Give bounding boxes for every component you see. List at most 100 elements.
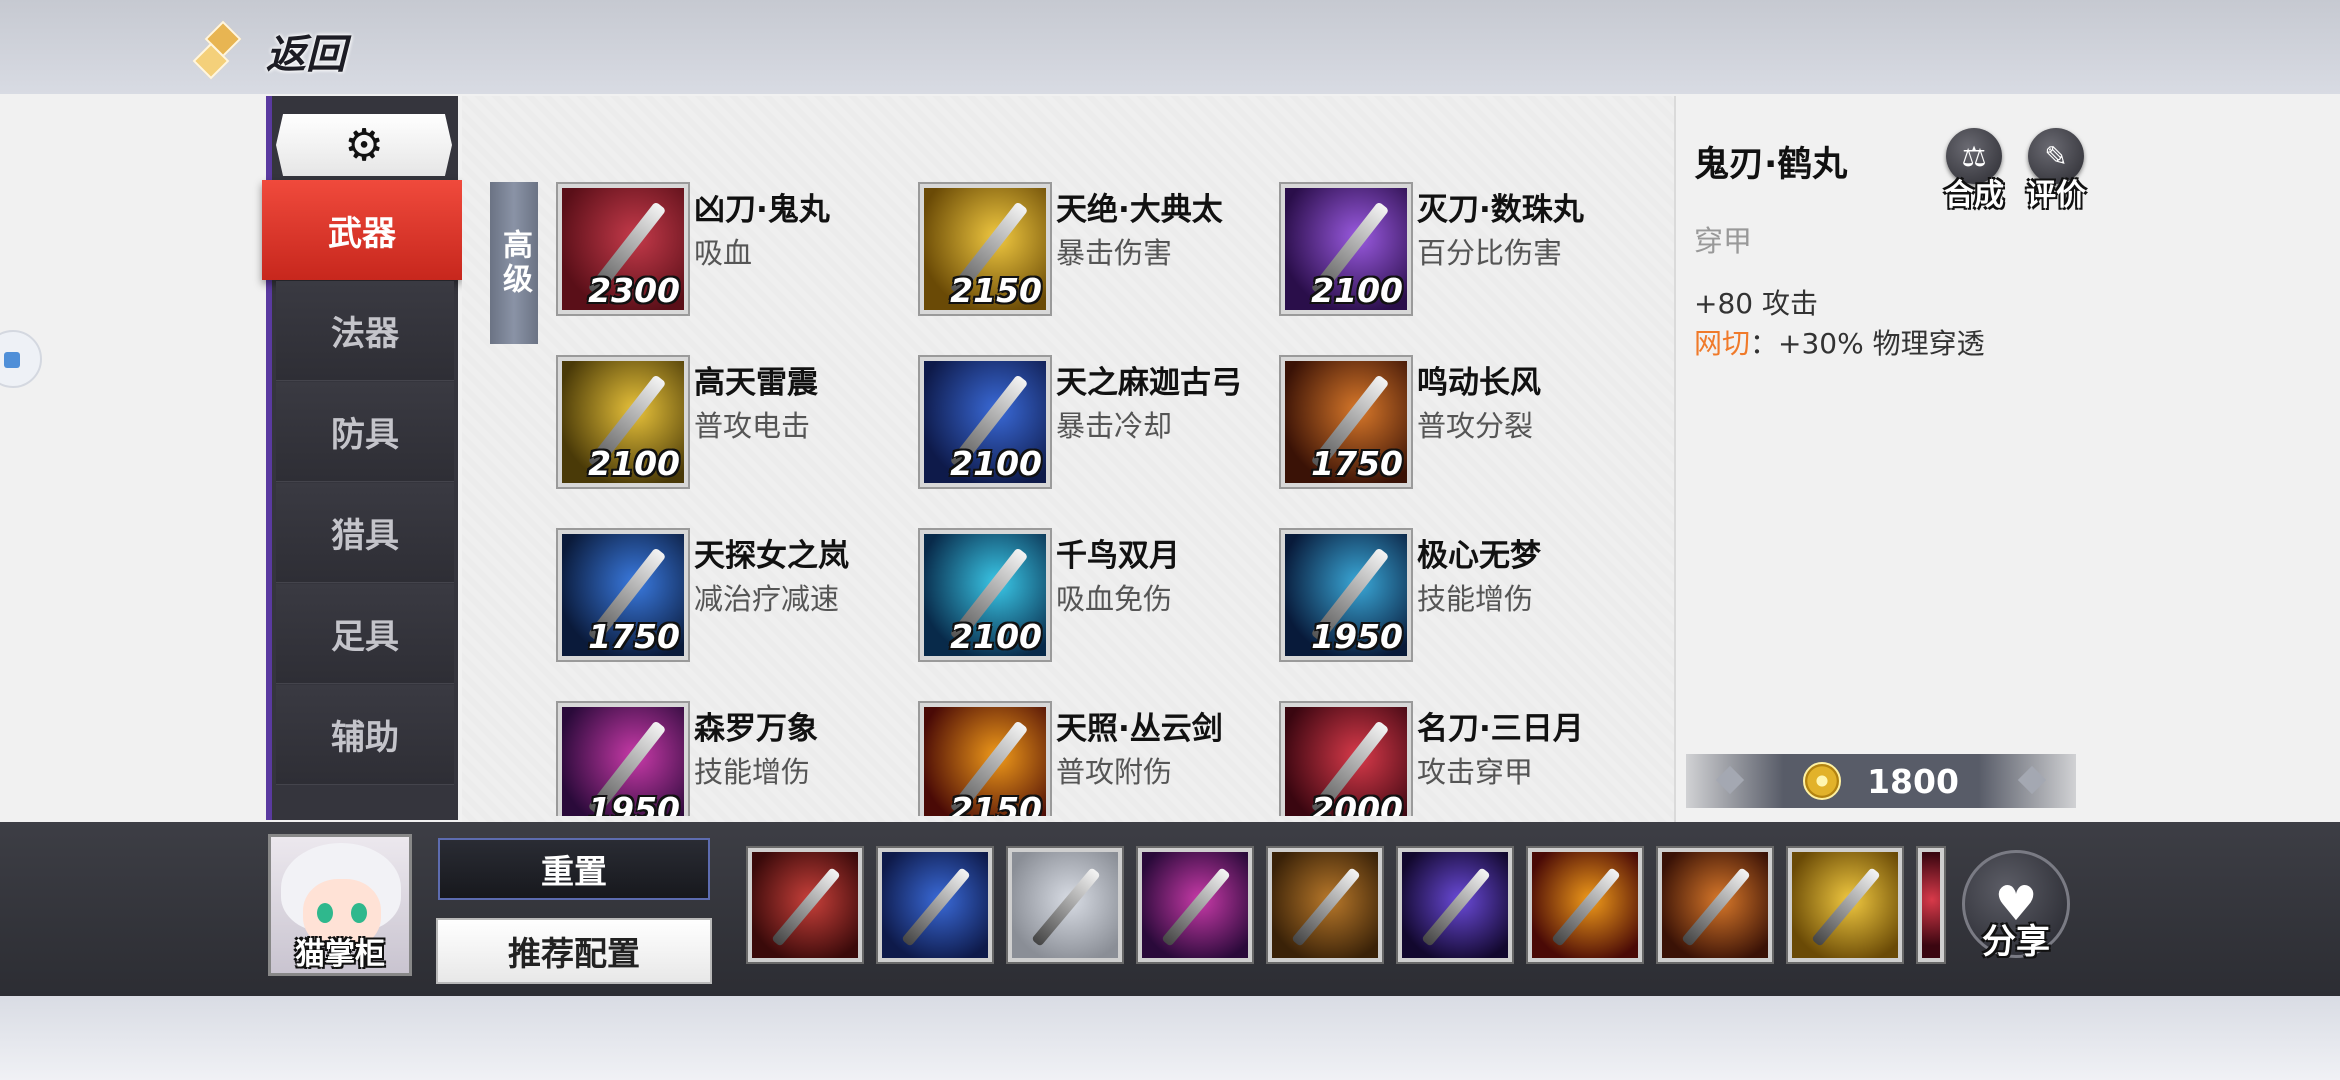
item-cost: 2100 xyxy=(950,444,1042,483)
item-name: 天之麻迦古弓 xyxy=(1056,365,1242,401)
equipped-slot-sword-item[interactable] xyxy=(1528,848,1642,962)
item-card[interactable]: 2150 天照·丛云剑 普攻附伤 xyxy=(920,703,1280,816)
slot-item-icon xyxy=(901,867,971,947)
item-name: 高天雷震 xyxy=(694,365,818,401)
compose-label: 合成 xyxy=(1944,178,2004,213)
price-value: 1800 xyxy=(1867,761,1959,801)
review-button[interactable]: ✎ 评价 xyxy=(2016,128,2096,213)
item-icon: 2100 xyxy=(920,530,1050,660)
item-cost: 1950 xyxy=(588,790,680,816)
item-desc: 吸血免伤 xyxy=(1056,582,1173,616)
item-desc: 减治疗减速 xyxy=(694,582,840,616)
item-icon: 2150 xyxy=(920,184,1050,314)
item-desc: 暴击冷却 xyxy=(1056,409,1173,443)
item-desc: 普攻电击 xyxy=(694,409,811,443)
passive-name: 网切 xyxy=(1694,327,1751,360)
item-card[interactable]: 2100 千鸟双月吸血免伤 xyxy=(920,530,1280,670)
reset-button[interactable]: 重置 xyxy=(438,838,710,900)
item-name: 名刀·三日月 xyxy=(1417,711,1584,747)
item-card[interactable]: 1950 森罗万象技能增伤 xyxy=(558,703,918,816)
passive-separator: ： xyxy=(1750,327,1779,360)
slot-item-icon xyxy=(1681,867,1751,947)
equipped-slot-boots-item[interactable] xyxy=(1268,848,1382,962)
slot-item-icon xyxy=(1031,867,1101,947)
equipped-slot-bow-item[interactable] xyxy=(878,848,992,962)
item-cost: 2100 xyxy=(1311,271,1403,310)
item-card[interactable]: 1750 鸣动长风普攻分裂 xyxy=(1281,357,1641,497)
item-cost: 2150 xyxy=(950,790,1042,816)
item-cost: 1750 xyxy=(588,617,680,656)
item-name: 森罗万象 xyxy=(694,711,818,747)
item-name: 千鸟双月 xyxy=(1056,538,1180,574)
item-name: 凶刀·鬼丸 xyxy=(694,192,830,228)
item-cost: 2150 xyxy=(950,271,1042,310)
recommend-config-button[interactable]: 推荐配置 xyxy=(436,918,712,984)
review-label: 评价 xyxy=(2026,178,2086,213)
item-desc: 普攻附伤 xyxy=(1056,755,1173,789)
equipped-slot-shoes-item[interactable] xyxy=(1008,848,1122,962)
item-cost: 2100 xyxy=(950,617,1042,656)
item-icon: 2100 xyxy=(920,357,1050,487)
item-icon: 2300 xyxy=(558,184,688,314)
passive-text: +30% 物理穿透 xyxy=(1778,327,1985,360)
avatar[interactable]: 猫掌柜 xyxy=(268,834,412,976)
item-icon: 1950 xyxy=(558,703,688,816)
item-desc: 技能增伤 xyxy=(694,755,811,789)
coin-icon xyxy=(1803,762,1842,800)
item-desc: 百分比伤害 xyxy=(1417,236,1563,270)
item-name: 天探女之岚 xyxy=(694,538,849,574)
item-desc: 技能增伤 xyxy=(1417,582,1534,616)
item-name: 极心无梦 xyxy=(1417,538,1541,574)
item-card[interactable]: 2100 天之麻迦古弓 暴击冷却 xyxy=(920,357,1280,497)
slot-item-icon xyxy=(1551,867,1621,947)
share-label: 分享 xyxy=(1982,922,2050,962)
equipped-slot-spear-item[interactable] xyxy=(1398,848,1512,962)
item-desc: 暴击伤害 xyxy=(1056,236,1173,270)
detail-passive: 网切：+30% 物理穿透 xyxy=(1694,322,1985,362)
item-icon: 1950 xyxy=(1281,530,1411,660)
equipped-slot-glaive-item[interactable] xyxy=(1658,848,1772,962)
detail-type: 穿甲 xyxy=(1694,224,1753,258)
slot-item-icon xyxy=(1291,867,1361,947)
avatar-name: 猫掌柜 xyxy=(295,937,385,972)
item-icon: 1750 xyxy=(1281,357,1411,487)
item-card[interactable]: 2000 名刀·三日月 攻击穿甲 xyxy=(1281,703,1641,816)
floor-background xyxy=(0,996,2340,1080)
item-card[interactable]: 2150 天绝·大典太 暴击伤害 xyxy=(920,184,1280,324)
slot-item-icon xyxy=(1811,867,1881,947)
item-desc: 攻击穿甲 xyxy=(1417,755,1534,789)
item-cost: 1950 xyxy=(1311,617,1403,656)
item-name: 天照·丛云剑 xyxy=(1056,711,1223,747)
detail-stat: +80 攻击 xyxy=(1694,287,1818,320)
item-name: 鸣动长风 xyxy=(1417,365,1541,401)
price-left-ornament-icon xyxy=(1715,765,1745,795)
detail-title: 鬼刃·鹤丸 xyxy=(1694,145,1848,185)
item-icon: 2100 xyxy=(1281,184,1411,314)
item-name: 天绝·大典太 xyxy=(1056,192,1223,228)
slot-item-icon xyxy=(1161,867,1231,947)
equipped-slot-dagger-item[interactable] xyxy=(748,848,862,962)
equipped-slot-partial-item[interactable] xyxy=(1918,848,1944,962)
price-bar: 1800 xyxy=(1686,754,2076,808)
item-cost: 1750 xyxy=(1311,444,1403,483)
item-icon: 2150 xyxy=(920,703,1050,816)
equipped-slot-flail-item[interactable] xyxy=(1138,848,1252,962)
item-icon: 2100 xyxy=(558,357,688,487)
slot-item-icon xyxy=(1421,867,1491,947)
item-desc: 吸血 xyxy=(694,236,753,270)
item-card[interactable]: 2300 凶刀·鬼丸吸血 xyxy=(558,184,918,324)
item-card[interactable]: 2100 高天雷震普攻电击 xyxy=(558,357,918,497)
item-desc: 普攻分裂 xyxy=(1417,409,1534,443)
item-name: 灭刀·数珠丸 xyxy=(1417,192,1584,228)
price-right-ornament-icon xyxy=(2017,765,2047,795)
slot-item-icon xyxy=(771,867,841,947)
share-button[interactable]: ♥ 分享 xyxy=(1960,850,2072,970)
item-cost: 2300 xyxy=(588,271,680,310)
item-icon: 2000 xyxy=(1281,703,1411,816)
equipped-slot-katana-item[interactable] xyxy=(1788,848,1902,962)
item-card[interactable]: 1750 天探女之岚减治疗减速 xyxy=(558,530,918,670)
item-card[interactable]: 1950 极心无梦技能增伤 xyxy=(1281,530,1641,670)
item-cost: 2000 xyxy=(1311,790,1403,816)
compose-button[interactable]: ⚖ 合成 xyxy=(1934,128,2014,213)
item-card[interactable]: 2100 灭刀·数珠丸 百分比伤害 xyxy=(1281,184,1641,324)
